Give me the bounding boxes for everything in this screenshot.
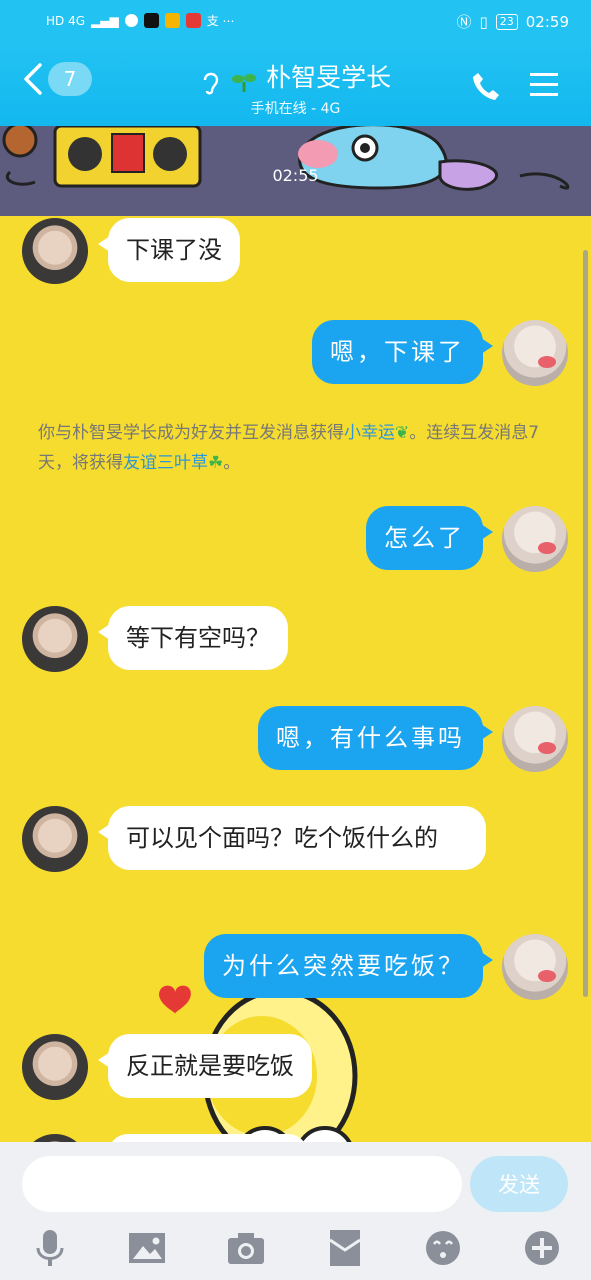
battery-indicator: 23 (495, 13, 518, 30)
message-text: 怎么了 (384, 524, 465, 552)
voice-button[interactable] (30, 1228, 70, 1268)
notice-text: 。 (223, 453, 241, 473)
message-text: 等下有空吗？ (126, 624, 270, 652)
alipay-icon: 支 ⋯ (206, 14, 235, 28)
contact-avatar[interactable] (22, 806, 88, 872)
message-input[interactable] (22, 1156, 462, 1212)
phone-call-button[interactable] (470, 70, 502, 102)
input-panel: 发送 (0, 1142, 591, 1280)
emoji-button[interactable] (423, 1228, 463, 1268)
qq-icon (124, 14, 138, 27)
plus-icon (525, 1231, 559, 1265)
game-app-icon (164, 13, 180, 28)
my-avatar[interactable] (502, 934, 568, 1000)
contact-avatar[interactable] (22, 218, 88, 284)
contact-avatar[interactable] (22, 1134, 88, 1142)
network-indicator: HD 4G (46, 13, 86, 28)
camera-button[interactable] (226, 1228, 266, 1268)
message-bubble-outgoing[interactable]: 嗯，下课了 (312, 320, 493, 384)
vibrate-icon: ▯ (479, 12, 488, 31)
red-packet-button[interactable] (325, 1228, 365, 1268)
message-bubble-outgoing[interactable]: 为什么突然要吃饭？ (204, 934, 493, 998)
friendship-clover-link[interactable]: 友谊三叶草 (123, 453, 208, 473)
chat-scrollbar[interactable] (583, 250, 588, 997)
message-bubble-outgoing[interactable]: 嗯，有什么事吗 (258, 706, 493, 770)
hamburger-menu-icon (530, 73, 558, 96)
chat-toolbar (0, 1228, 591, 1268)
signal-icon: ▂▄▆ (91, 13, 119, 28)
contact-name: 朴智旻学长 (266, 63, 392, 92)
nfc-icon: Ⓝ (456, 13, 472, 31)
sprout-icon: ❦ (395, 423, 410, 443)
message-bubble-incoming[interactable]: 等下有空吗？ (98, 606, 288, 670)
chat-area[interactable]: 02:55 下课了没 嗯，下课了 你与朴智旻学长成为好友并互发消息获得小幸运❦ 。… (0, 126, 591, 1142)
status-bar: HD 4G ▂▄▆ 支 ⋯ Ⓝ ▯ 23 02:59 (0, 0, 591, 44)
pig-nose-sticker (538, 356, 556, 368)
message-text: 为什么突然要吃饭？ (222, 952, 465, 980)
message-bubble-incoming[interactable] (108, 1134, 308, 1142)
image-icon (129, 1233, 165, 1263)
emoji-icon (426, 1231, 460, 1265)
message-timestamp: 02:55 (272, 166, 319, 185)
message-bubble-outgoing[interactable]: 怎么了 (366, 506, 493, 570)
shopping-app-icon (185, 13, 201, 28)
system-notice: 你与朴智旻学长成为好友并互发消息获得小幸运❦。连续互发消息7天，将获得友谊三叶草… (38, 418, 558, 478)
menu-button[interactable] (528, 68, 560, 100)
phone-icon (473, 73, 499, 100)
my-avatar[interactable] (502, 506, 568, 572)
more-button[interactable] (522, 1228, 562, 1268)
clover-icon: ☘ (208, 453, 224, 473)
tiktok-icon (143, 13, 159, 28)
contact-online-status: 手机在线 - 4G (250, 100, 341, 117)
message-text: 嗯，下课了 (330, 338, 465, 366)
message-bubble-incoming[interactable]: 下课了没 (98, 218, 240, 282)
red-packet-icon (329, 1230, 361, 1266)
message-text: 反正就是要吃饭 (126, 1052, 294, 1080)
message-bubble-incoming[interactable]: 可以见个面吗？吃个饭什么的 (98, 806, 486, 870)
chat-background-banner: 02:55 (0, 126, 591, 216)
ear-icon (203, 72, 219, 94)
pig-nose-sticker (538, 742, 556, 754)
lucky-link[interactable]: 小幸运 (344, 423, 395, 443)
contact-avatar[interactable] (22, 1034, 88, 1100)
photo-button[interactable] (127, 1228, 167, 1268)
clock: 02:59 (525, 12, 569, 31)
chat-header: 7 朴智旻学长 手机在线 - 4G (0, 44, 591, 126)
pig-nose-sticker (538, 970, 556, 982)
message-bubble-incoming[interactable]: 反正就是要吃饭 (98, 1034, 312, 1098)
contact-title[interactable]: 朴智旻学长 手机在线 - 4G (0, 58, 591, 118)
my-avatar[interactable] (502, 706, 568, 772)
message-text: 嗯，有什么事吗 (276, 724, 465, 752)
pig-nose-sticker (538, 542, 556, 554)
camera-icon (228, 1233, 264, 1264)
contact-avatar[interactable] (22, 606, 88, 672)
message-text: 可以见个面吗？吃个饭什么的 (126, 824, 438, 852)
microphone-icon (36, 1230, 64, 1266)
send-button[interactable]: 发送 (470, 1156, 568, 1212)
my-avatar[interactable] (502, 320, 568, 386)
message-text: 下课了没 (126, 236, 222, 264)
notice-text: 你与朴智旻学长成为好友并互发消息获得 (38, 423, 344, 443)
sprout-icon (231, 73, 256, 92)
